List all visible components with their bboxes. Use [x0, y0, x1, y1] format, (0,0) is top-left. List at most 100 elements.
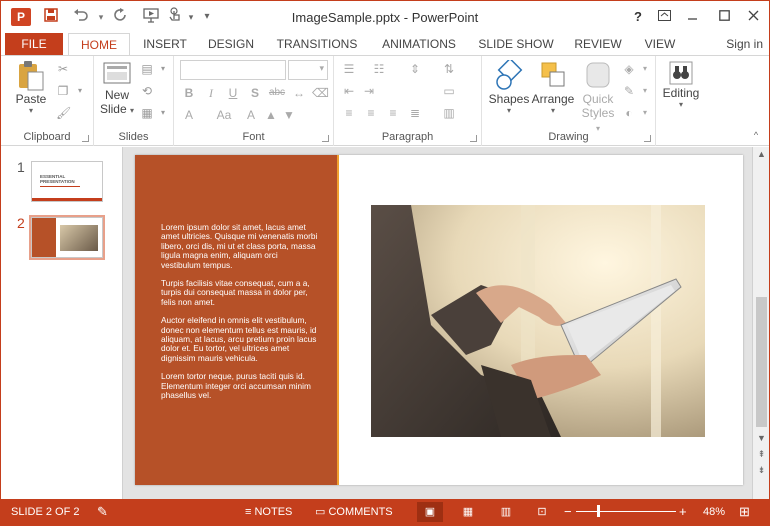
- copy-icon[interactable]: ❐: [56, 84, 70, 98]
- tab-home[interactable]: HOME: [68, 33, 130, 56]
- clear-format-icon[interactable]: ⌫: [312, 86, 329, 100]
- slide-paragraph-2: Turpis facilisis vitae consequat, cum a …: [161, 278, 310, 307]
- zoom-level[interactable]: 48%: [703, 499, 725, 525]
- shape-fill-dropdown-icon[interactable]: ▾: [638, 62, 652, 76]
- char-spacing-icon[interactable]: ↔: [292, 86, 306, 100]
- scroll-thumb[interactable]: [756, 297, 767, 427]
- reset-icon[interactable]: ⟲: [140, 84, 154, 98]
- layout-icon[interactable]: ▤: [140, 62, 154, 76]
- align-left-icon[interactable]: ≡: [342, 106, 356, 120]
- fit-to-window-icon[interactable]: ⊞: [739, 499, 750, 525]
- tab-slide-show[interactable]: SLIDE SHOW: [477, 33, 555, 55]
- grow-font-icon[interactable]: ▲: [264, 108, 278, 122]
- line-spacing-icon[interactable]: ⇕: [408, 62, 422, 76]
- text-direction-icon[interactable]: ⇅: [442, 62, 456, 76]
- layout-dropdown-icon[interactable]: ▾: [156, 62, 170, 76]
- slide-text-box[interactable]: Lorem ipsum dolor sit amet, lacus amet a…: [161, 222, 319, 410]
- font-size-select[interactable]: ▾: [288, 60, 328, 80]
- tab-transitions[interactable]: TRANSITIONS: [273, 33, 361, 55]
- change-case-icon[interactable]: Aa: [212, 108, 236, 122]
- reading-view-icon[interactable]: ▥: [493, 502, 519, 522]
- shadow-button[interactable]: S: [248, 86, 262, 100]
- editing-dropdown-icon: ▾: [678, 100, 683, 109]
- arrange-button[interactable]: Arrange ▾: [530, 60, 576, 115]
- tablet-photo[interactable]: [371, 205, 705, 437]
- slide-thumbnail-2[interactable]: [29, 215, 105, 260]
- slide-thumbnail-1[interactable]: ESSENTIAL PRESENTATION: [31, 161, 103, 202]
- shape-outline-icon[interactable]: ✎: [622, 84, 636, 98]
- align-text-icon[interactable]: ▭: [442, 84, 456, 98]
- paste-icon: [19, 61, 44, 91]
- slide-canvas[interactable]: Lorem ipsum dolor sit amet, lacus amet a…: [135, 155, 743, 485]
- cut-icon[interactable]: ✂: [56, 62, 70, 76]
- underline-button[interactable]: U: [226, 86, 240, 100]
- vertical-scrollbar[interactable]: ▲ ▼ ⇞ ⇟: [752, 147, 769, 499]
- help-button[interactable]: ?: [627, 6, 649, 28]
- notes-label: NOTES: [254, 506, 293, 518]
- shape-effects-icon[interactable]: ◐: [622, 106, 636, 120]
- copy-dropdown-icon[interactable]: ▾: [73, 84, 87, 98]
- sign-in-link[interactable]: Sign in: [726, 33, 763, 55]
- ribbon-display-icon[interactable]: [653, 6, 675, 28]
- drawing-launcher-icon[interactable]: [644, 135, 651, 142]
- zoom-out-button[interactable]: −: [564, 499, 572, 525]
- columns-icon[interactable]: ▥: [442, 106, 456, 120]
- strikethrough-button[interactable]: abc: [266, 86, 288, 100]
- increase-indent-icon[interactable]: ⇥: [362, 84, 376, 98]
- workspace: 1 ESSENTIAL PRESENTATION 2 Lorem ipsum d…: [1, 147, 769, 499]
- section-icon[interactable]: ▦: [140, 106, 154, 120]
- slide-sorter-icon[interactable]: ▦: [455, 502, 481, 522]
- zoom-in-button[interactable]: +: [679, 499, 687, 525]
- decrease-indent-icon[interactable]: ⇤: [342, 84, 356, 98]
- normal-view-icon[interactable]: ▣: [417, 502, 443, 522]
- italic-button[interactable]: I: [204, 86, 218, 100]
- tab-insert[interactable]: INSERT: [139, 33, 191, 55]
- thumbnail-number-2: 2: [17, 215, 25, 231]
- quick-styles-label-2: Styles: [581, 106, 615, 120]
- tab-view[interactable]: VIEW: [641, 33, 679, 55]
- numbering-icon[interactable]: ☷: [372, 62, 386, 76]
- font-launcher-icon[interactable]: [322, 135, 329, 142]
- tab-design[interactable]: DESIGN: [205, 33, 257, 55]
- clipboard-launcher-icon[interactable]: [82, 135, 89, 142]
- spell-check-icon[interactable]: ✎: [97, 499, 108, 525]
- next-slide-icon[interactable]: ⇟: [755, 465, 768, 476]
- section-dropdown-icon[interactable]: ▾: [156, 106, 170, 120]
- format-painter-icon[interactable]: 🖌: [56, 106, 71, 120]
- paragraph-launcher-icon[interactable]: [470, 135, 477, 142]
- minimize-icon[interactable]: [681, 6, 703, 28]
- slide-paragraph-4: Lorem tortor neque, purus taciti quis id…: [161, 371, 311, 401]
- close-icon[interactable]: [742, 6, 764, 28]
- font-family-select[interactable]: [180, 60, 286, 80]
- font-color-icon[interactable]: A: [244, 108, 258, 122]
- justify-icon[interactable]: ≣: [408, 106, 422, 120]
- text-effects-icon[interactable]: A: [182, 108, 196, 122]
- notes-button[interactable]: ≡ NOTES: [245, 499, 292, 525]
- shapes-button[interactable]: Shapes ▾: [486, 60, 532, 115]
- shape-effects-dropdown-icon[interactable]: ▾: [638, 106, 652, 120]
- zoom-slider[interactable]: [576, 511, 676, 512]
- new-slide-button[interactable]: New Slide ▾: [98, 60, 136, 116]
- arrange-dropdown-icon: ▾: [550, 106, 555, 115]
- tab-animations[interactable]: ANIMATIONS: [377, 33, 461, 55]
- paste-button[interactable]: Paste ▾: [11, 60, 51, 115]
- bullets-icon[interactable]: ☰: [342, 62, 356, 76]
- previous-slide-icon[interactable]: ⇞: [755, 449, 768, 460]
- align-center-icon[interactable]: ≡: [364, 106, 378, 120]
- collapse-ribbon-icon[interactable]: ^: [749, 128, 763, 142]
- quick-styles-button[interactable]: Quick Styles ▾: [578, 60, 618, 134]
- scroll-down-icon[interactable]: ▼: [755, 433, 768, 443]
- slide-show-icon[interactable]: ⊡: [529, 502, 555, 522]
- tab-review[interactable]: REVIEW: [571, 33, 625, 55]
- comments-button[interactable]: ▭ COMMENTS: [315, 499, 393, 525]
- shape-fill-icon[interactable]: ◈: [622, 62, 636, 76]
- editing-button[interactable]: Editing ▾: [658, 60, 704, 109]
- scroll-up-icon[interactable]: ▲: [755, 149, 768, 159]
- align-right-icon[interactable]: ≡: [386, 106, 400, 120]
- bold-button[interactable]: B: [182, 86, 196, 100]
- tab-file[interactable]: FILE: [5, 33, 63, 55]
- maximize-icon[interactable]: [713, 6, 735, 28]
- shrink-font-icon[interactable]: ▼: [282, 108, 296, 122]
- shape-outline-dropdown-icon[interactable]: ▾: [638, 84, 652, 98]
- zoom-slider-knob[interactable]: [597, 505, 600, 517]
